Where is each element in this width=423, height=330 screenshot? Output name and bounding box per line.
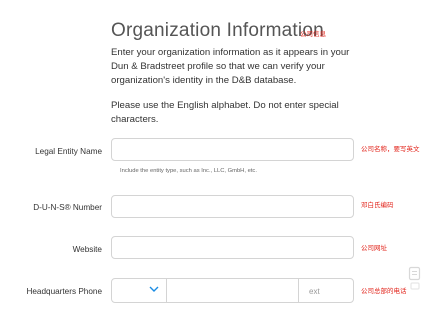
phone-number-input[interactable] <box>167 279 299 302</box>
country-code-select[interactable] <box>112 279 167 302</box>
duns-label: D-U-N-S® Number <box>33 203 102 212</box>
title-annotation: 公司信息 <box>300 31 326 38</box>
duns-annotation: 邓白氏编码 <box>361 202 394 209</box>
legal-entity-label: Legal Entity Name <box>35 147 102 156</box>
website-annotation: 公司网址 <box>361 245 387 252</box>
website-label: Website <box>72 245 102 254</box>
page-title: Organization Information <box>111 20 324 41</box>
legal-entity-hint: Include the entity type, such as Inc., L… <box>120 168 257 174</box>
legal-entity-annotation: 公司名称，要写英文 <box>361 146 420 153</box>
duns-input[interactable] <box>111 195 354 218</box>
chevron-down-icon <box>149 286 159 292</box>
intro-paragraph: Enter your organization information as i… <box>111 47 350 86</box>
website-input[interactable] <box>111 236 354 259</box>
alphabet-note: Please use the English alphabet. Do not … <box>111 100 339 125</box>
document-icon <box>408 266 421 290</box>
phone-label: Headquarters Phone <box>26 287 102 296</box>
phone-ext-input[interactable]: ext <box>299 279 353 302</box>
legal-entity-input[interactable] <box>111 138 354 161</box>
phone-annotation: 公司总部的电话 <box>361 288 407 295</box>
phone-field-group: ext <box>111 278 354 303</box>
